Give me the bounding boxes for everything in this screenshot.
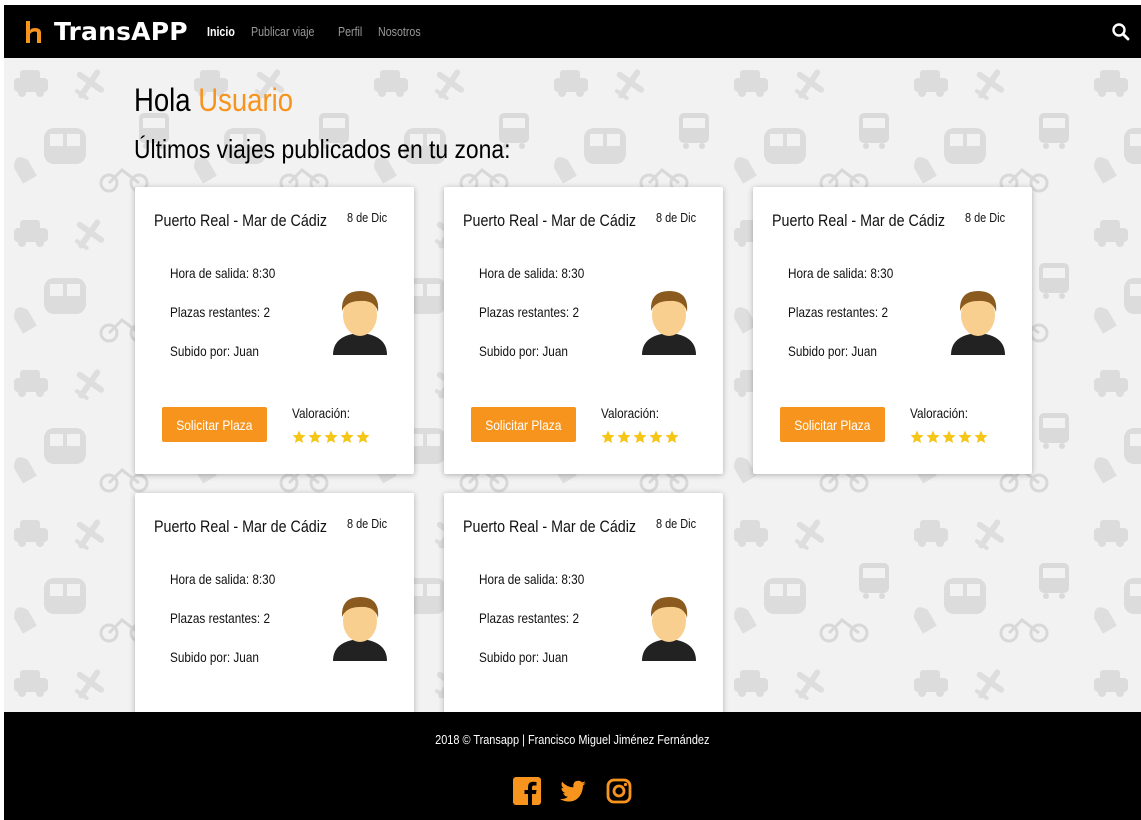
- user-avatar-icon: [333, 597, 387, 661]
- footer: 2018 © Transapp | Francisco Miguel Jimén…: [4, 712, 1141, 820]
- trip-seats-left: Plazas restantes: 2: [479, 304, 580, 320]
- main-content: Hola Usuario Últimos viajes publicados e…: [4, 58, 1141, 712]
- star-icon: [974, 430, 988, 443]
- solicitar-plaza-button[interactable]: Solicitar Plaza: [471, 407, 576, 442]
- user-avatar-icon: [642, 597, 696, 661]
- trip-departure-time: Hora de salida: 8:30: [479, 571, 585, 587]
- trip-route: Puerto Real - Mar de Cádiz: [154, 211, 328, 230]
- brand-name: TransAPP: [54, 17, 188, 46]
- star-icon: [601, 430, 615, 443]
- section-subtitle: Últimos viajes publicados en tu zona:: [134, 134, 511, 164]
- navbar: TransAPP Inicio Publicar viaje Perfil No…: [4, 5, 1141, 58]
- star-icon: [308, 430, 322, 443]
- facebook-icon[interactable]: [512, 777, 541, 805]
- trip-route: Puerto Real - Mar de Cádiz: [463, 211, 637, 230]
- nav-item-inicio[interactable]: Inicio: [207, 24, 235, 39]
- rating-stars: [910, 430, 988, 444]
- star-icon: [340, 430, 354, 443]
- instagram-icon[interactable]: [605, 777, 633, 805]
- star-icon: [665, 430, 679, 443]
- rating-stars: [601, 430, 679, 444]
- trip-departure-time: Hora de salida: 8:30: [788, 265, 894, 281]
- footer-copyright: 2018 © Transapp | Francisco Miguel Jimén…: [435, 732, 710, 747]
- trip-date: 8 de Dic: [965, 210, 1006, 225]
- twitter-icon[interactable]: [559, 777, 587, 805]
- logo-mark-icon: [26, 20, 41, 43]
- trip-departure-time: Hora de salida: 8:30: [479, 265, 585, 281]
- user-avatar-icon: [642, 291, 696, 355]
- star-icon: [356, 430, 370, 443]
- trip-card: Puerto Real - Mar de Cádiz 8 de Dic Hora…: [135, 187, 414, 474]
- trip-date: 8 de Dic: [656, 210, 697, 225]
- trip-route: Puerto Real - Mar de Cádiz: [772, 211, 946, 230]
- star-icon: [292, 430, 306, 443]
- trip-date: 8 de Dic: [347, 516, 388, 531]
- nav-item-nosotros[interactable]: Nosotros: [378, 24, 421, 39]
- solicitar-plaza-button[interactable]: Solicitar Plaza: [780, 407, 885, 442]
- social-links: [4, 777, 1141, 805]
- trip-uploader: Subido por: Juan: [170, 649, 259, 665]
- star-icon: [910, 430, 924, 443]
- trip-seats-left: Plazas restantes: 2: [788, 304, 889, 320]
- trip-date: 8 de Dic: [656, 516, 697, 531]
- trip-route: Puerto Real - Mar de Cádiz: [154, 517, 328, 536]
- trip-departure-time: Hora de salida: 8:30: [170, 571, 276, 587]
- trip-uploader: Subido por: Juan: [788, 343, 877, 359]
- star-icon: [617, 430, 631, 443]
- rating-label: Valoración:: [601, 405, 659, 421]
- solicitar-plaza-button[interactable]: Solicitar Plaza: [162, 407, 267, 442]
- user-avatar-icon: [951, 291, 1005, 355]
- search-icon[interactable]: [1111, 22, 1131, 42]
- rating-label: Valoración:: [292, 405, 350, 421]
- trip-uploader: Subido por: Juan: [479, 649, 568, 665]
- greeting-heading: Hola Usuario: [134, 82, 293, 119]
- trip-seats-left: Plazas restantes: 2: [170, 610, 271, 626]
- rating-label: Valoración:: [910, 405, 968, 421]
- star-icon: [633, 430, 647, 443]
- star-icon: [649, 430, 663, 443]
- star-icon: [958, 430, 972, 443]
- star-icon: [942, 430, 956, 443]
- trip-seats-left: Plazas restantes: 2: [170, 304, 271, 320]
- star-icon: [926, 430, 940, 443]
- greeting-username: Usuario: [198, 82, 294, 118]
- trip-card: Puerto Real - Mar de Cádiz 8 de Dic Hora…: [444, 187, 723, 474]
- trip-card: Puerto Real - Mar de Cádiz 8 de Dic Hora…: [444, 493, 723, 712]
- greeting-prefix: Hola: [134, 82, 191, 118]
- trip-seats-left: Plazas restantes: 2: [479, 610, 580, 626]
- trip-card: Puerto Real - Mar de Cádiz 8 de Dic Hora…: [135, 493, 414, 712]
- trip-card: Puerto Real - Mar de Cádiz 8 de Dic Hora…: [753, 187, 1032, 474]
- star-icon: [324, 430, 338, 443]
- trip-route: Puerto Real - Mar de Cádiz: [463, 517, 637, 536]
- trip-uploader: Subido por: Juan: [170, 343, 259, 359]
- nav-item-perfil[interactable]: Perfil: [338, 24, 362, 39]
- user-avatar-icon: [333, 291, 387, 355]
- nav-item-publicar-viaje[interactable]: Publicar viaje: [251, 24, 314, 39]
- trip-uploader: Subido por: Juan: [479, 343, 568, 359]
- trip-departure-time: Hora de salida: 8:30: [170, 265, 276, 281]
- brand[interactable]: TransAPP: [26, 17, 188, 46]
- trip-date: 8 de Dic: [347, 210, 388, 225]
- rating-stars: [292, 430, 370, 444]
